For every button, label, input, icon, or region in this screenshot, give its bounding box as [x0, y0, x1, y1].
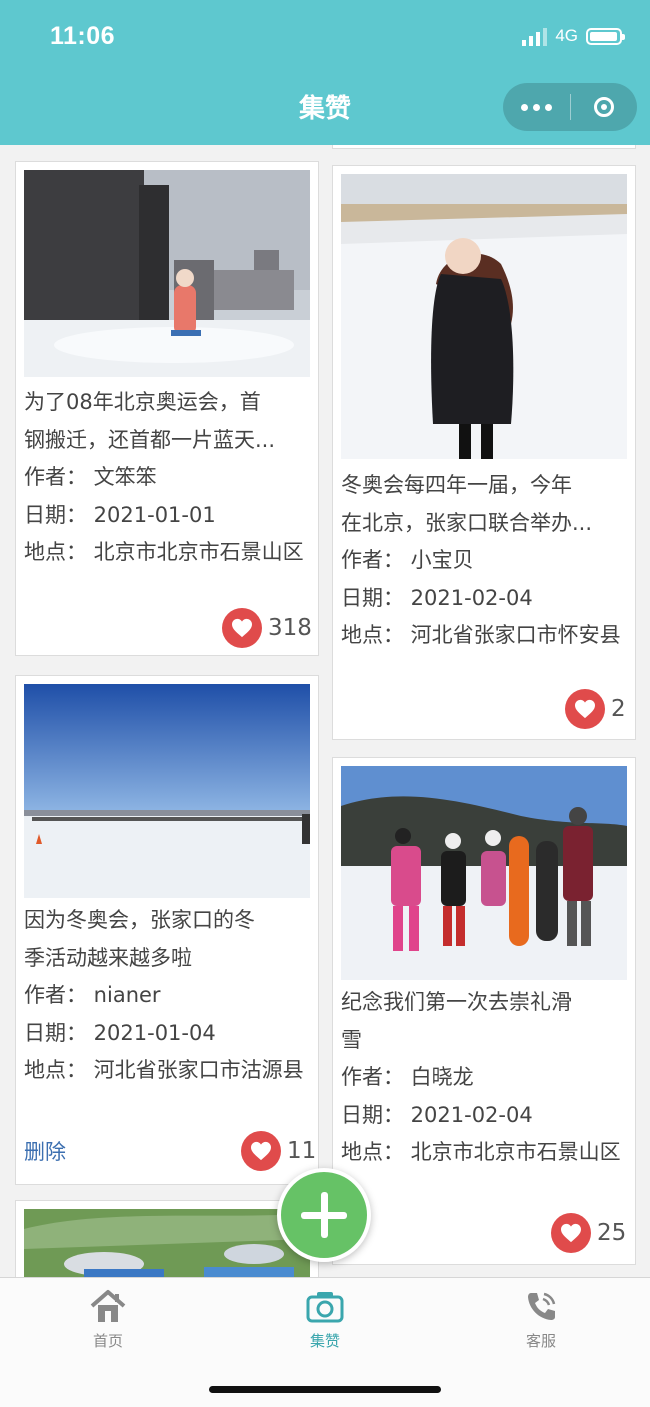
post-date: 日期： 2021-01-01	[24, 502, 216, 527]
post-card[interactable]: 为了08年北京奥运会，首 钢搬迁，还首都一片蓝天... 作者： 文笨笨 日期： …	[15, 161, 319, 656]
post-location: 地点： 河北省张家口市沽源县	[24, 1058, 304, 1082]
post-text: 纪念我们第一次去崇礼滑 雪 作者： 白晓龙 日期： 2021-02-04 地点：…	[341, 984, 631, 1172]
mini-program-capsule	[503, 83, 637, 131]
tab-service[interactable]: 客服	[481, 1288, 601, 1351]
post-photo[interactable]	[341, 174, 627, 459]
tab-label: 首页	[92, 1332, 123, 1350]
tab-likes[interactable]: 集赞	[265, 1288, 385, 1351]
like-counter: 2	[565, 689, 626, 729]
post-photo[interactable]	[24, 684, 310, 898]
home-indicator	[209, 1386, 441, 1393]
like-counter: 25	[551, 1213, 626, 1253]
post-card[interactable]: 纪念我们第一次去崇礼滑 雪 作者： 白晓龙 日期： 2021-02-04 地点：…	[332, 757, 636, 1265]
close-mini-program-button[interactable]	[571, 83, 638, 131]
status-time: 11:06	[50, 22, 116, 50]
like-counter: 318	[222, 608, 312, 648]
phone-icon	[528, 1292, 556, 1320]
post-title-line: 为了08年北京奥运会，首	[24, 390, 261, 414]
post-author: 作者： 文笨笨	[24, 465, 157, 489]
network-type: 4G	[555, 26, 578, 45]
post-photo[interactable]	[341, 766, 627, 980]
post-title-line: 雪	[341, 1027, 362, 1052]
post-title-line: 钢搬迁，还首都一片蓝天...	[24, 427, 276, 452]
status-indicators: 4G	[522, 26, 625, 46]
post-title-line: 季活动越来越多啦	[24, 945, 192, 970]
post-title-line: 在北京，张家口联合举办...	[341, 510, 593, 535]
post-title-line: 纪念我们第一次去崇礼滑	[341, 990, 572, 1014]
post-date: 日期： 2021-02-04	[341, 585, 533, 610]
post-card[interactable]: 因为冬奥会，张家口的冬 季活动越来越多啦 作者： nianer 日期： 2021…	[15, 675, 319, 1185]
waterfall-feed[interactable]: 为了08年北京奥运会，首 钢搬迁，还首都一片蓝天... 作者： 文笨笨 日期： …	[0, 145, 650, 1277]
post-title-line: 因为冬奥会，张家口的冬	[24, 908, 255, 932]
tab-home[interactable]: 首页	[48, 1288, 168, 1351]
heart-icon	[232, 618, 252, 638]
nav-header: 11:06 4G 集赞	[0, 0, 650, 145]
post-location: 地点： 北京市北京市石景山区	[24, 540, 304, 564]
post-author: 作者： 白晓龙	[341, 1065, 474, 1089]
heart-icon	[575, 699, 595, 719]
heart-icon	[561, 1223, 581, 1243]
like-count: 318	[268, 615, 312, 641]
post-photo[interactable]	[24, 1209, 310, 1277]
post-title-line: 冬奥会每四年一届，今年	[341, 473, 572, 497]
post-card[interactable]: 冬奥会每四年一届，今年 在北京，张家口联合举办... 作者： 小宝贝 日期： 2…	[332, 165, 636, 740]
like-count: 25	[597, 1220, 627, 1246]
like-button[interactable]	[551, 1213, 591, 1253]
camera-icon	[306, 1292, 344, 1323]
post-text: 冬奥会每四年一届，今年 在北京，张家口联合举办... 作者： 小宝贝 日期： 2…	[341, 467, 631, 655]
more-menu-button[interactable]	[503, 83, 570, 131]
post-card-partial[interactable]	[332, 145, 636, 149]
tab-label: 客服	[525, 1332, 556, 1350]
post-location: 地点： 北京市北京市石景山区	[341, 1140, 621, 1164]
like-button[interactable]	[222, 608, 262, 648]
heart-icon	[251, 1141, 271, 1161]
post-card[interactable]	[15, 1200, 319, 1277]
add-post-button[interactable]	[277, 1168, 371, 1262]
delete-post-link[interactable]: 删除	[24, 1136, 66, 1166]
post-date: 日期： 2021-02-04	[341, 1102, 533, 1127]
post-text: 因为冬奥会，张家口的冬 季活动越来越多啦 作者： nianer 日期： 2021…	[24, 902, 314, 1090]
post-location: 地点： 河北省张家口市怀安县	[341, 623, 621, 647]
signal-icon	[522, 26, 548, 46]
post-author: 作者： 小宝贝	[341, 548, 474, 572]
tab-label: 集赞	[309, 1332, 340, 1350]
post-photo[interactable]	[24, 170, 310, 377]
post-text: 为了08年北京奥运会，首 钢搬迁，还首都一片蓝天... 作者： 文笨笨 日期： …	[24, 384, 314, 572]
target-icon	[593, 97, 614, 117]
like-counter: 11	[241, 1131, 316, 1171]
like-button[interactable]	[565, 689, 605, 729]
battery-icon	[586, 27, 625, 45]
post-date: 日期： 2021-01-04	[24, 1020, 216, 1045]
like-button[interactable]	[241, 1131, 281, 1171]
post-author: 作者： nianer	[24, 983, 161, 1007]
like-count: 11	[287, 1138, 317, 1164]
home-icon	[90, 1290, 126, 1322]
like-count: 2	[611, 696, 626, 722]
